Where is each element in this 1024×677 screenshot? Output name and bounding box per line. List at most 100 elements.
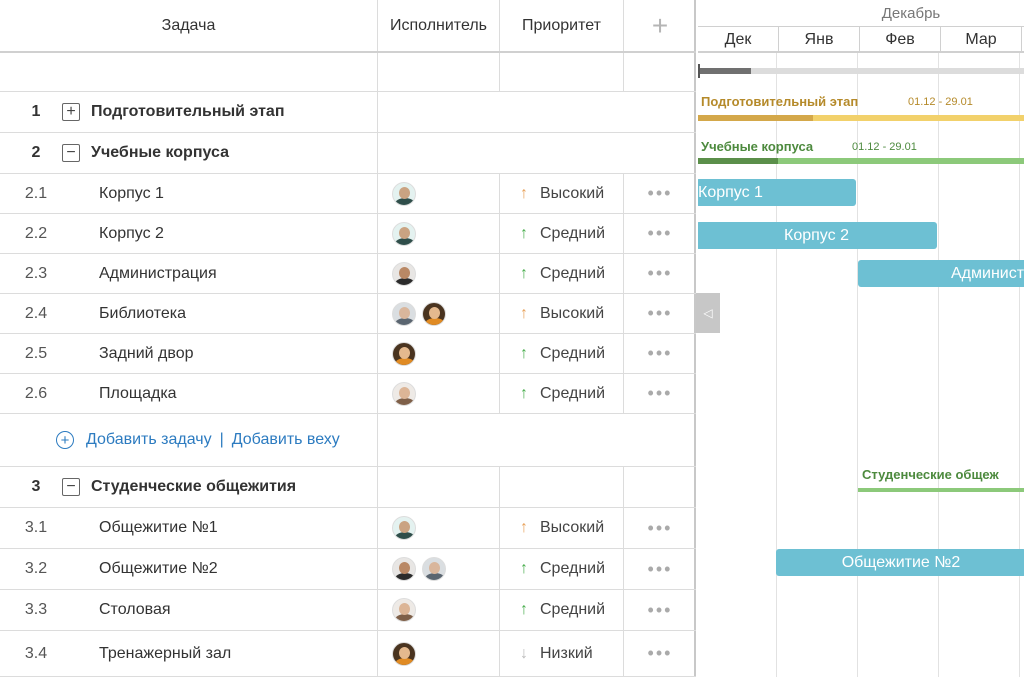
assignee-cell[interactable] bbox=[378, 254, 500, 293]
task-title[interactable]: Корпус 1 bbox=[99, 185, 164, 203]
scale-month: Фев bbox=[860, 27, 941, 53]
link-separator: | bbox=[219, 431, 224, 448]
group-row[interactable]: 1 + Подготовительный этап bbox=[0, 92, 696, 133]
priority-cell[interactable]: ↑ Высокий bbox=[500, 294, 624, 333]
avatar[interactable] bbox=[392, 181, 416, 206]
task-row[interactable]: 3.4 Тренажерный зал ↓ Низкий ••• bbox=[0, 631, 696, 677]
assignee-cell[interactable] bbox=[378, 174, 500, 213]
priority-cell[interactable]: ↑ Средний bbox=[500, 254, 624, 293]
priority-cell[interactable]: ↑ Средний bbox=[500, 374, 624, 413]
column-header-priority[interactable]: Приоритет bbox=[500, 0, 624, 51]
task-row[interactable]: 2.2 Корпус 2 ↑ Средний ••• bbox=[0, 214, 696, 254]
add-column-button[interactable]: + bbox=[624, 0, 696, 51]
priority-cell[interactable]: ↑ Средний bbox=[500, 214, 624, 253]
priority-cell[interactable]: ↑ Высокий bbox=[500, 508, 624, 548]
row-menu-icon[interactable]: ••• bbox=[648, 383, 673, 404]
priority-cell[interactable]: ↑ Высокий bbox=[500, 174, 624, 213]
group-title[interactable]: Учебные корпуса bbox=[91, 144, 229, 162]
task-row[interactable]: 3.2 Общежитие №2 ↑ Средний ••• bbox=[0, 549, 696, 590]
avatar[interactable] bbox=[392, 641, 416, 666]
column-header-assignee[interactable]: Исполнитель bbox=[378, 0, 500, 51]
gantt-group-bar[interactable] bbox=[858, 488, 1024, 492]
task-title[interactable]: Тренажерный зал bbox=[99, 645, 231, 663]
task-row[interactable]: 2.3 Администрация ↑ Средний ••• bbox=[0, 254, 696, 294]
task-title[interactable]: Общежитие №1 bbox=[99, 519, 218, 537]
assignee-cell[interactable] bbox=[378, 549, 500, 589]
row-menu-icon[interactable]: ••• bbox=[648, 223, 673, 244]
row-number: 2.6 bbox=[24, 384, 48, 402]
gantt-group-dates: 01.12 - 29.01 bbox=[908, 96, 973, 108]
task-title[interactable]: Столовая bbox=[99, 601, 171, 619]
priority-cell[interactable]: ↓ Низкий bbox=[500, 631, 624, 676]
row-menu-icon[interactable]: ••• bbox=[648, 643, 673, 664]
row-menu-icon[interactable]: ••• bbox=[648, 600, 673, 621]
group-row[interactable]: 2 − Учебные корпуса bbox=[0, 133, 696, 174]
gantt-task-bar[interactable]: Администрация bbox=[858, 260, 1024, 287]
avatar[interactable] bbox=[392, 381, 416, 406]
task-title[interactable]: Площадка bbox=[99, 385, 177, 403]
avatar[interactable] bbox=[392, 301, 416, 326]
avatar[interactable] bbox=[392, 516, 416, 540]
assignee-cell[interactable] bbox=[378, 590, 500, 630]
row-number: 3.4 bbox=[24, 644, 48, 662]
group-title[interactable]: Студенческие общежития bbox=[91, 478, 296, 496]
bar-label: Администрация bbox=[951, 265, 1024, 282]
scale-month: Мар bbox=[941, 27, 1022, 53]
task-row[interactable]: 2.5 Задний двор ↑ Средний ••• bbox=[0, 334, 696, 374]
priority-arrow-icon: ↑ bbox=[520, 384, 528, 402]
add-circle-icon[interactable]: + bbox=[56, 431, 74, 449]
group-row[interactable]: 3 − Студенческие общежития bbox=[0, 467, 696, 508]
assignee-cell[interactable] bbox=[378, 374, 500, 413]
expand-icon[interactable]: + bbox=[62, 103, 80, 121]
row-number: 3.1 bbox=[24, 519, 48, 536]
add-task-row: + Добавить задачу | Добавить веху bbox=[0, 414, 696, 467]
task-row[interactable]: 3.1 Общежитие №1 ↑ Высокий ••• bbox=[0, 508, 696, 549]
task-title[interactable]: Задний двор bbox=[99, 345, 194, 363]
gantt-task-bar[interactable]: Корпус 1 bbox=[698, 179, 856, 206]
priority-cell[interactable]: ↑ Средний bbox=[500, 549, 624, 589]
collapse-grid-icon[interactable]: ◁ bbox=[696, 293, 720, 333]
avatar[interactable] bbox=[422, 301, 446, 326]
task-title[interactable]: Корпус 2 bbox=[99, 225, 164, 243]
row-menu-icon[interactable]: ••• bbox=[648, 518, 673, 539]
assignee-cell[interactable] bbox=[378, 214, 500, 253]
task-row[interactable]: 2.6 Площадка ↑ Средний ••• bbox=[0, 374, 696, 414]
column-header-task[interactable]: Задача bbox=[0, 0, 378, 51]
avatar[interactable] bbox=[422, 557, 446, 581]
gantt-group-label[interactable]: Подготовительный этап bbox=[701, 94, 858, 109]
project-progress-fill bbox=[698, 68, 751, 74]
gantt-task-bar[interactable]: Общежитие №2 bbox=[776, 549, 1024, 576]
row-menu-icon[interactable]: ••• bbox=[648, 183, 673, 204]
priority-label: Высокий bbox=[540, 304, 605, 322]
assignee-cell[interactable] bbox=[378, 294, 500, 333]
task-row[interactable]: 3.3 Столовая ↑ Средний ••• bbox=[0, 590, 696, 631]
assignee-cell[interactable] bbox=[378, 631, 500, 676]
row-menu-icon[interactable]: ••• bbox=[648, 559, 673, 580]
add-milestone-link[interactable]: Добавить веху bbox=[232, 431, 340, 449]
row-menu-icon[interactable]: ••• bbox=[648, 343, 673, 364]
priority-cell[interactable]: ↑ Средний bbox=[500, 334, 624, 373]
avatar[interactable] bbox=[392, 598, 416, 622]
avatar[interactable] bbox=[392, 341, 416, 366]
avatar[interactable] bbox=[392, 261, 416, 286]
gantt-group-label[interactable]: Учебные корпуса bbox=[701, 139, 813, 154]
task-title[interactable]: Общежитие №2 bbox=[99, 560, 218, 578]
avatar[interactable] bbox=[392, 221, 416, 246]
task-title[interactable]: Библиотека bbox=[99, 305, 186, 323]
collapse-icon[interactable]: − bbox=[62, 478, 80, 496]
add-task-link[interactable]: Добавить задачу bbox=[86, 431, 212, 449]
row-menu-icon[interactable]: ••• bbox=[648, 263, 673, 284]
gantt-task-bar[interactable]: Корпус 2 bbox=[698, 222, 937, 249]
priority-cell[interactable]: ↑ Средний bbox=[500, 590, 624, 630]
task-title[interactable]: Администрация bbox=[99, 265, 217, 283]
assignee-cell[interactable] bbox=[378, 508, 500, 548]
grid-header: Задача Исполнитель Приоритет + bbox=[0, 0, 696, 53]
gantt-group-label[interactable]: Студенческие общеж bbox=[862, 467, 999, 482]
row-menu-icon[interactable]: ••• bbox=[648, 303, 673, 324]
group-title[interactable]: Подготовительный этап bbox=[91, 103, 284, 121]
assignee-cell[interactable] bbox=[378, 334, 500, 373]
task-row[interactable]: 2.4 Библиотека ↑ Высокий ••• bbox=[0, 294, 696, 334]
collapse-icon[interactable]: − bbox=[62, 144, 80, 162]
task-row[interactable]: 2.1 Корпус 1 ↑ Высокий ••• bbox=[0, 174, 696, 214]
avatar[interactable] bbox=[392, 557, 416, 581]
